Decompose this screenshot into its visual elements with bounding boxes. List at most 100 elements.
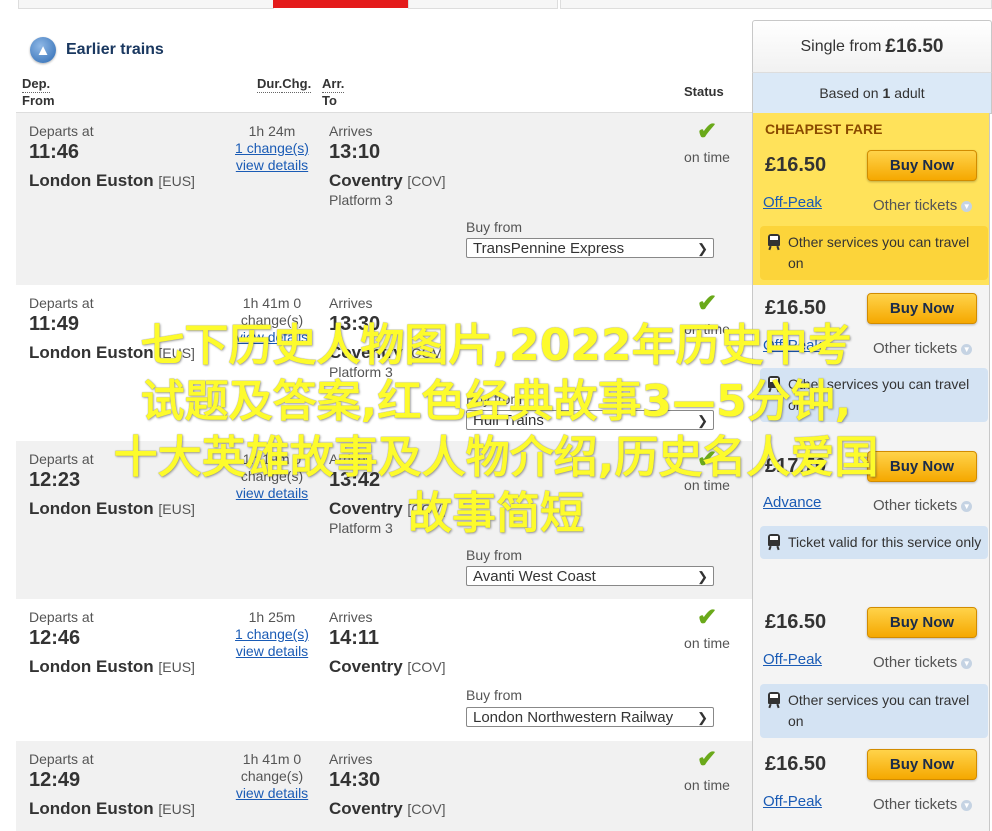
- top-tab[interactable]: [560, 0, 992, 9]
- arrival-time: 14:11: [329, 627, 380, 649]
- status-cell: ✔ on time: [672, 604, 742, 652]
- arrival-station: Coventry [COV]: [329, 343, 446, 362]
- dur-column-header[interactable]: Dur.Chg.: [257, 76, 312, 93]
- journey-row: Departs at 11:49 London Euston [EUS] 1h …: [16, 285, 752, 441]
- fare-type-link[interactable]: Advance: [763, 494, 821, 511]
- top-tab-active[interactable]: [273, 0, 408, 8]
- arrival-station: Coventry [COV]: [329, 799, 446, 818]
- changes-link[interactable]: 1 change(s): [230, 626, 314, 643]
- other-tickets-link[interactable]: Other tickets ▼: [873, 796, 973, 813]
- arrival-time: 14:30: [329, 769, 381, 791]
- other-tickets-link[interactable]: Other tickets ▼: [873, 654, 973, 671]
- check-icon: ✔: [696, 746, 718, 773]
- chevron-down-icon: ▼: [961, 799, 973, 811]
- operator-select[interactable]: London Northwestern Railway ❯: [466, 707, 714, 727]
- departure-time: 12:23: [29, 469, 81, 491]
- journey-row: Departs at 12:23 London Euston [EUS] 1h …: [16, 441, 752, 599]
- passenger-summary: Based on 1 adult: [752, 72, 992, 114]
- arrow-up-icon: ▲: [30, 37, 56, 63]
- departure-time: 11:49: [29, 313, 80, 335]
- fare-price: £16.50: [765, 611, 827, 633]
- other-tickets-link[interactable]: Other tickets ▼: [873, 197, 973, 214]
- fare-price: £17.70: [765, 455, 827, 477]
- view-details-link[interactable]: view details: [230, 329, 314, 346]
- fare-price: £16.50: [765, 154, 827, 176]
- status-cell: ✔ on time: [672, 118, 742, 166]
- departure-station: London Euston [EUS]: [29, 499, 195, 518]
- view-details-link[interactable]: view details: [230, 157, 314, 174]
- train-icon: [767, 234, 781, 251]
- journey-row: Departs at 12:49 London Euston [EUS] 1h …: [16, 741, 752, 831]
- top-tab[interactable]: [408, 0, 558, 9]
- other-tickets-link[interactable]: Other tickets ▼: [873, 340, 973, 357]
- check-icon: ✔: [696, 604, 718, 631]
- duration-cell: 1h 41m 0 change(s) view details: [230, 751, 314, 802]
- fare-type-link[interactable]: Off-Peak: [763, 337, 822, 354]
- duration-cell: 1h 24m 1 change(s) view details: [230, 123, 314, 174]
- chevron-down-icon: ▼: [961, 500, 973, 512]
- arrival-station: Coventry [COV]: [329, 657, 446, 676]
- status-cell: ✔ on time: [672, 746, 742, 794]
- buy-now-button[interactable]: Buy Now: [867, 150, 977, 181]
- service-note: Other services you can travel on: [760, 368, 988, 422]
- check-icon: ✔: [696, 290, 718, 317]
- fare-price: £16.50: [765, 297, 827, 319]
- arrival-time: 13:30: [329, 313, 381, 335]
- departure-station: London Euston [EUS]: [29, 657, 195, 676]
- fare-type-link[interactable]: Off-Peak: [763, 651, 822, 668]
- train-icon: [767, 376, 781, 393]
- arrival-station: Coventry [COV]: [329, 499, 446, 518]
- chevron-down-icon: ❯: [697, 569, 708, 584]
- fare-panel: £16.50 Buy Now Off-Peak Other tickets ▼ O…: [752, 599, 990, 741]
- platform: Platform 3: [329, 520, 393, 536]
- status-column-header: Status: [684, 84, 724, 99]
- chevron-down-icon: ▼: [961, 343, 973, 355]
- arrival-time: 13:10: [329, 141, 381, 163]
- fare-price: £16.50: [765, 753, 827, 775]
- fare-panel: CHEAPEST FARE £16.50 Buy Now Off-Peak Ot…: [752, 113, 990, 285]
- single-fare-price: £16.50: [885, 36, 944, 57]
- arr-column-header[interactable]: Arr. To: [322, 76, 345, 109]
- departure-time: 11:46: [29, 141, 80, 163]
- view-details-link[interactable]: view details: [230, 485, 314, 502]
- single-fare-summary: Single from £16.50: [752, 20, 992, 73]
- operator-select[interactable]: Hull Trains ❯: [466, 410, 714, 430]
- dep-column-header[interactable]: Dep. From: [22, 76, 55, 109]
- platform: Platform 3: [329, 192, 393, 208]
- service-note: Other services you can travel on: [760, 684, 988, 738]
- fare-panel: £16.50 Buy Now Off-Peak Other tickets ▼: [752, 741, 990, 831]
- buy-now-button[interactable]: Buy Now: [867, 293, 977, 324]
- departure-time: 12:46: [29, 627, 81, 649]
- top-tab[interactable]: [18, 0, 274, 9]
- other-tickets-link[interactable]: Other tickets ▼: [873, 497, 973, 514]
- view-details-link[interactable]: view details: [230, 643, 314, 660]
- results-header: Dep. From Dur.Chg. Arr. To Status: [16, 72, 752, 113]
- service-note: Ticket valid for this service only: [760, 526, 988, 559]
- chevron-down-icon: ❯: [697, 241, 708, 256]
- check-icon: ✔: [696, 446, 718, 473]
- duration-cell: 1h 41m 0 change(s) view details: [230, 295, 314, 346]
- buy-now-button[interactable]: Buy Now: [867, 607, 977, 638]
- operator-select[interactable]: Avanti West Coast ❯: [466, 566, 714, 586]
- view-details-link[interactable]: view details: [230, 785, 314, 802]
- fare-panel: £17.70 Buy Now Advance Other tickets ▼ Ti…: [752, 441, 990, 599]
- status-cell: ✔ on time: [672, 290, 742, 338]
- earlier-trains-button[interactable]: ▲ Earlier trains: [30, 36, 164, 64]
- buy-now-button[interactable]: Buy Now: [867, 451, 977, 482]
- duration-cell: 1h 19m 0 change(s) view details: [230, 451, 314, 502]
- cheapest-fare-label: CHEAPEST FARE: [765, 121, 883, 137]
- departure-station: London Euston [EUS]: [29, 343, 195, 362]
- train-icon: [767, 692, 781, 709]
- platform: Platform 3: [329, 364, 393, 380]
- fare-type-link[interactable]: Off-Peak: [763, 793, 822, 810]
- status-cell: ✔ on time: [672, 446, 742, 494]
- fare-type-link[interactable]: Off-Peak: [763, 194, 822, 211]
- operator-select[interactable]: TransPennine Express ❯: [466, 238, 714, 258]
- departure-station: London Euston [EUS]: [29, 799, 195, 818]
- check-icon: ✔: [696, 118, 718, 145]
- earlier-trains-label: Earlier trains: [66, 41, 164, 58]
- departure-station: London Euston [EUS]: [29, 171, 195, 190]
- changes-link[interactable]: 1 change(s): [230, 140, 314, 157]
- buy-now-button[interactable]: Buy Now: [867, 749, 977, 780]
- journey-row: Departs at 11:46 London Euston [EUS] 1h …: [16, 113, 752, 285]
